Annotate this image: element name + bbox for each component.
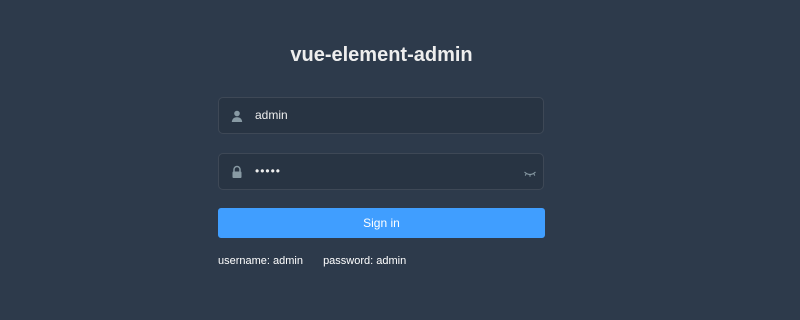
user-icon	[230, 109, 244, 123]
eye-closed-icon[interactable]	[523, 166, 537, 178]
login-container: vue-element-admin admin ••••• Sign in us…	[0, 0, 800, 320]
username-tip: username: admin	[218, 255, 303, 267]
sign-in-button[interactable]: Sign in	[218, 208, 545, 238]
credentials-tips: username: admin password: admin	[218, 255, 406, 267]
password-tip: password: admin	[323, 255, 407, 267]
username-field[interactable]: admin	[218, 97, 544, 134]
page-title: vue-element-admin	[290, 44, 473, 66]
lock-icon	[230, 165, 244, 179]
password-input[interactable]: •••••	[255, 154, 515, 189]
password-field[interactable]: •••••	[218, 153, 544, 190]
username-input[interactable]: admin	[255, 98, 515, 133]
